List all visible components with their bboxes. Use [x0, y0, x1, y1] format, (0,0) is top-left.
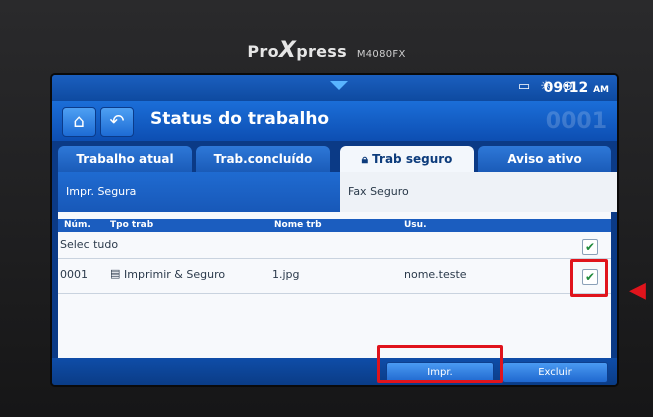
toner-icon: ▭: [517, 79, 531, 94]
status-bar: ▭ ☼ ⊕ 09:12 AM: [52, 75, 617, 101]
row-divider: [58, 293, 611, 294]
tab-bar: Trabalho atual Trab.concluído 🔒︎ Trab se…: [58, 146, 611, 172]
select-all-label: Selec tudo: [60, 238, 119, 251]
device-model: M4080FX: [356, 49, 406, 60]
pull-down-arrow-icon[interactable]: [330, 81, 348, 90]
title-bar: ⌂ ↶ Status do trabalho 0001: [52, 101, 617, 141]
brand-pre: Pro: [247, 42, 279, 61]
subtab-fax-seguro[interactable]: Fax Seguro: [340, 172, 617, 212]
clock-ampm: AM: [593, 85, 609, 95]
subtab-impr-segura[interactable]: Impr. Segura: [58, 172, 348, 212]
row-user: nome.teste: [404, 268, 467, 281]
home-button[interactable]: ⌂: [62, 107, 96, 137]
tab-trab-seguro[interactable]: 🔒︎ Trab seguro: [340, 146, 474, 172]
background-counter: 0001: [545, 109, 607, 134]
print-button-highlight: [377, 345, 503, 383]
tab-aviso-ativo[interactable]: Aviso ativo: [478, 146, 611, 172]
clock: 09:12 AM: [544, 80, 609, 96]
table-row[interactable]: 0001 ▤ Imprimir & Seguro 1.jpg nome.test…: [58, 262, 611, 290]
device-brand: ProXpress M4080FX: [0, 38, 653, 63]
brand-post: press: [296, 42, 347, 61]
row-name: 1.jpg: [272, 268, 300, 281]
touch-screen: ▭ ☼ ⊕ 09:12 AM ⌂ ↶ Status do trabalho 00…: [52, 75, 617, 385]
pointer-arrow-icon: ◀: [629, 278, 646, 303]
back-button[interactable]: ↶: [100, 107, 134, 137]
home-icon: ⌂: [73, 111, 85, 132]
col-name: Nome trb: [274, 220, 322, 230]
delete-button[interactable]: Excluir: [502, 362, 608, 383]
lock-icon: 🔒︎: [361, 152, 368, 166]
col-user: Usu.: [404, 220, 427, 230]
col-num: Núm.: [64, 220, 91, 230]
back-icon: ↶: [109, 111, 125, 132]
tab-trab-concluido[interactable]: Trab.concluído: [196, 146, 330, 172]
row-num: 0001: [60, 268, 88, 281]
content-panel: Impr. Segura Fax Seguro Núm. Tpo trab No…: [58, 172, 617, 358]
col-type: Tpo trab: [110, 220, 154, 230]
document-icon: ▤: [110, 267, 121, 280]
page-title: Status do trabalho: [150, 109, 330, 129]
table-header: Núm. Tpo trab Nome trb Usu.: [58, 219, 611, 232]
brand-x: X: [278, 38, 297, 63]
select-all-row[interactable]: Selec tudo ✔: [58, 234, 611, 256]
clock-time: 09:12: [543, 80, 589, 96]
action-bar: Impr. Excluir: [52, 358, 617, 385]
tab-trab-seguro-label: Trab seguro: [372, 152, 453, 166]
row-type: Imprimir & Seguro: [124, 268, 226, 281]
row-divider: [58, 258, 611, 259]
checkbox-highlight: [570, 259, 608, 297]
tab-trabalho-atual[interactable]: Trabalho atual: [58, 146, 192, 172]
select-all-checkbox[interactable]: ✔: [582, 239, 598, 255]
